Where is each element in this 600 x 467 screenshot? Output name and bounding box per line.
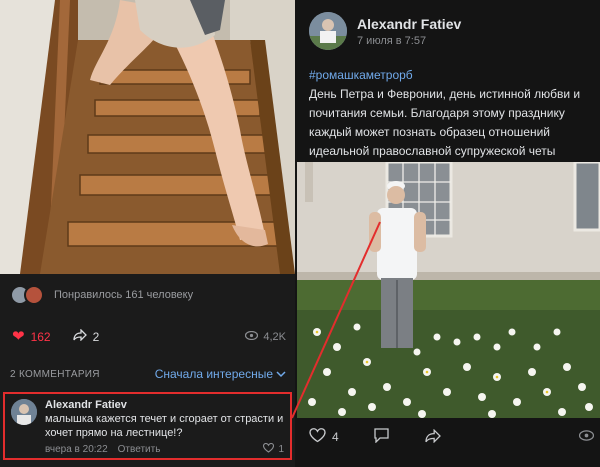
avatar[interactable] bbox=[309, 12, 347, 50]
daisies-photo[interactable] bbox=[297, 162, 600, 418]
reply-button[interactable]: Ответить bbox=[118, 444, 161, 455]
sort-label: Сначала интересные bbox=[154, 367, 273, 381]
views-count: 4,2K bbox=[263, 330, 286, 343]
share-icon bbox=[424, 428, 442, 446]
comment-text: малышка кажется течет и сгорает от страс… bbox=[45, 413, 284, 439]
post-date[interactable]: 7 июля в 7:57 bbox=[357, 35, 461, 47]
views-counter: 4,2K bbox=[245, 330, 286, 343]
hashtag-link[interactable]: #ромашкаметрорб bbox=[309, 66, 594, 85]
post-header: Alexandr Fatiev 7 июля в 7:57 bbox=[309, 12, 461, 50]
right-post-panel: Alexandr Fatiev 7 июля в 7:57 #ромашкаме… bbox=[297, 0, 600, 467]
post-text: #ромашкаметрорб День Петра и Февронии, д… bbox=[309, 66, 594, 161]
post-body: День Петра и Февронии, день истинной люб… bbox=[309, 87, 581, 158]
heart-icon: ❤ bbox=[12, 328, 25, 345]
like-count: 4 bbox=[332, 430, 339, 444]
post-actions-bar: 4 bbox=[309, 428, 595, 446]
comment-icon bbox=[373, 428, 390, 446]
sort-comments-dropdown[interactable]: Сначала интересные bbox=[155, 367, 286, 381]
comments-header: 2 КОММЕНТАРИЯ Сначала интересные bbox=[10, 367, 286, 381]
heart-icon bbox=[263, 442, 275, 456]
comment-like-count: 1 bbox=[278, 444, 284, 455]
liker-avatars bbox=[10, 285, 44, 305]
staircase-photo[interactable] bbox=[0, 0, 295, 274]
comment-time: вчера в 20:22 bbox=[45, 444, 108, 455]
chevron-down-icon bbox=[276, 367, 286, 381]
like-button[interactable]: ❤ 162 bbox=[12, 329, 51, 344]
eye-icon bbox=[245, 330, 259, 343]
avatar bbox=[24, 285, 44, 305]
share-button[interactable] bbox=[424, 428, 442, 446]
likes-summary-row[interactable]: Понравилось 161 человеку bbox=[10, 285, 193, 305]
share-button[interactable]: 2 bbox=[72, 328, 100, 344]
eye-icon bbox=[578, 430, 595, 444]
share-icon bbox=[72, 328, 87, 344]
highlighted-comment: Alexandr Fatiev малышка кажется течет и … bbox=[3, 392, 292, 460]
comment-like-button[interactable]: 1 bbox=[263, 442, 284, 456]
views-counter bbox=[578, 430, 595, 444]
likes-summary-text: Понравилось 161 человеку bbox=[54, 289, 194, 301]
comment-button[interactable] bbox=[373, 428, 390, 446]
post-author[interactable]: Alexandr Fatiev bbox=[357, 16, 461, 32]
share-count: 2 bbox=[92, 329, 100, 344]
comments-count-label: 2 КОММЕНТАРИЯ bbox=[10, 368, 100, 380]
avatar[interactable] bbox=[11, 399, 37, 425]
post-actions-bar: ❤ 162 2 4,2K bbox=[12, 328, 286, 344]
like-button[interactable]: 4 bbox=[309, 428, 339, 446]
left-post-panel: Понравилось 161 человеку ❤ 162 2 4,2K 2 … bbox=[0, 0, 295, 467]
heart-icon bbox=[309, 428, 326, 446]
comment-author[interactable]: Alexandr Fatiev bbox=[45, 399, 284, 411]
like-count: 162 bbox=[30, 329, 51, 344]
